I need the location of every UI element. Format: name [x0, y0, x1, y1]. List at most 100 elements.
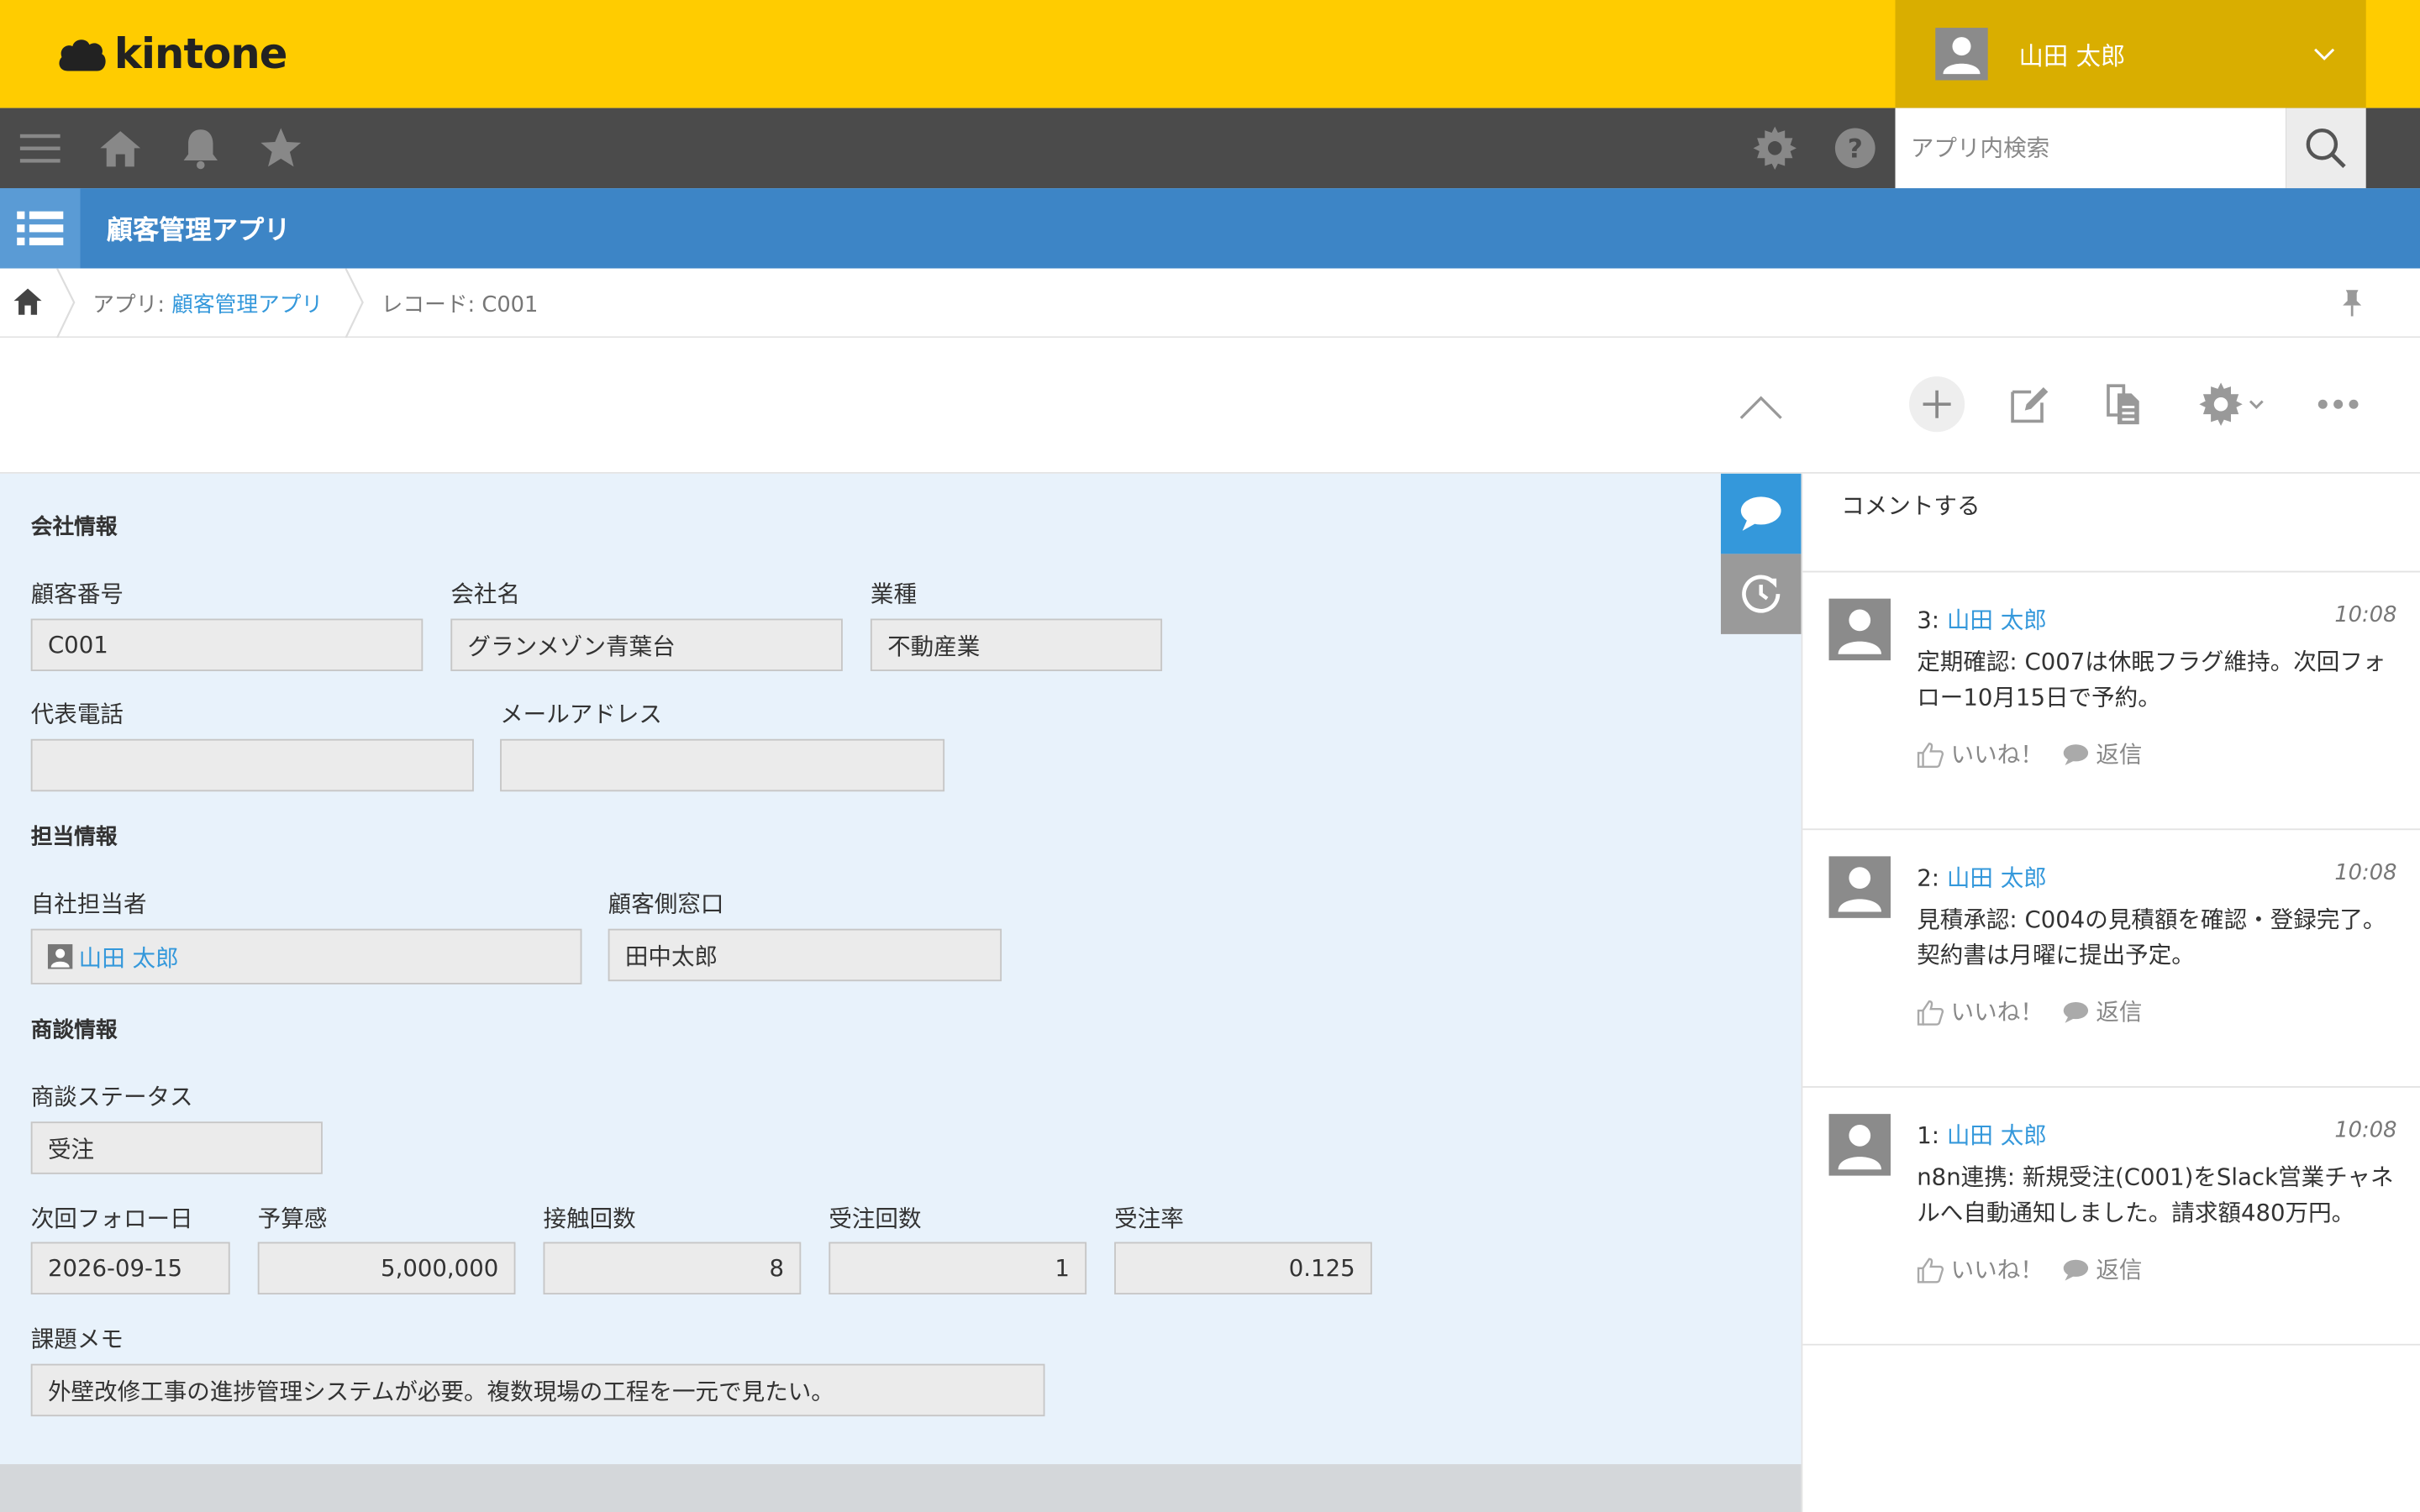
comment-item: 1: 山田 太郎 10:08 n8n連携: 新規受注(C001)をSlack営業… [1802, 1088, 2420, 1346]
comment-input[interactable]: コメントする [1802, 474, 2420, 573]
section-company-info: 会社情報 [30, 515, 118, 540]
home-button[interactable] [96, 123, 145, 173]
reply-label: 返信 [2096, 740, 2143, 769]
duplicate-record-button[interactable] [2096, 376, 2151, 432]
field-label-company-name: 会社名 [450, 580, 521, 608]
reply-button[interactable]: 返信 [2062, 738, 2143, 770]
edit-record-button[interactable] [2002, 376, 2057, 432]
field-label-owner: 自社担当者 [30, 890, 147, 918]
record-details: 会社情報 顧客番号 C001 会社名 グランメゾン青葉台 業種 不動産業 代表電… [0, 473, 1802, 1465]
comment-time: 10:08 [2334, 603, 2397, 628]
reply-button[interactable]: 返信 [2062, 995, 2142, 1028]
field-label-email: メールアドレス [500, 700, 662, 728]
field-label-industry: 業種 [870, 580, 918, 608]
user-icon [1838, 867, 1881, 912]
comment-author[interactable]: 山田 太郎 [1947, 1121, 2047, 1149]
app-search-box[interactable] [1895, 108, 2286, 189]
comment-icon [1740, 496, 1781, 531]
gear-icon [2199, 382, 2243, 426]
comment-time: 10:08 [2334, 1118, 2397, 1144]
menu-button[interactable] [15, 123, 65, 173]
field-order-rate: 0.125 [1114, 1242, 1372, 1295]
gear-icon [1753, 126, 1797, 171]
collapse-button[interactable] [1734, 381, 1786, 433]
kintone-logo[interactable]: kintone [55, 28, 287, 80]
app-title[interactable]: 顧客管理アプリ [107, 208, 291, 247]
record-toolbar [0, 338, 2420, 474]
chevron-down-icon [2314, 48, 2335, 60]
chevron-up-icon [1739, 396, 1782, 419]
comments-tab[interactable] [1720, 473, 1802, 554]
field-company-name: グランメゾン青葉台 [450, 618, 843, 671]
field-orders-count: 1 [829, 1242, 1087, 1295]
like-button[interactable]: いいね！ [1917, 738, 2044, 770]
breadcrumb-app-link[interactable]: 顧客管理アプリ [171, 293, 323, 318]
breadcrumb-home[interactable] [13, 287, 44, 323]
svg-text:?: ? [1848, 134, 1863, 164]
app-settings-button[interactable] [2188, 376, 2275, 432]
avatar[interactable] [1828, 598, 1891, 661]
like-label: いいね！ [1950, 998, 2044, 1026]
edit-icon [2011, 387, 2049, 423]
field-memo: 外壁改修工事の進捗管理システムが必要。複数現場の工程を一元で見たい。 [30, 1363, 1045, 1417]
like-button[interactable]: いいね！ [1917, 1252, 2044, 1285]
user-menu[interactable]: 山田 太郎 [1895, 0, 2366, 108]
field-industry: 不動産業 [870, 618, 1163, 671]
add-record-button[interactable] [1909, 376, 1965, 433]
user-name: 山田 太郎 [2018, 41, 2126, 71]
section-owner-info: 担当情報 [30, 825, 118, 851]
avatar[interactable] [1828, 1114, 1891, 1176]
like-label: いいね！ [1950, 740, 2044, 769]
reply-button[interactable]: 返信 [2062, 1252, 2143, 1285]
comment-item: 2: 山田 太郎 10:08 見積承認: C004の見積額を確認・登録完了。契約… [1802, 830, 2420, 1088]
field-label-budget: 予算感 [257, 1205, 328, 1233]
comment-body: n8n連携: 新規受注(C001)をSlack営業チャネルへ自動通知しました。請… [1917, 1163, 2394, 1227]
breadcrumb-app[interactable]: アプリ: 顧客管理アプリ [92, 288, 323, 319]
search-button[interactable] [2286, 108, 2366, 189]
comment-body: 見積承認: C004の見積額を確認・登録完了。契約書は月曜に提出予定。 [1917, 906, 2386, 969]
field-label-next-follow: 次回フォロー日 [30, 1205, 193, 1233]
logo-text: kintone [113, 29, 288, 78]
cloud-logo-icon [59, 39, 106, 71]
comment-author[interactable]: 山田 太郎 [1947, 606, 2047, 634]
app-search-input[interactable] [1895, 108, 2286, 189]
pin-button[interactable] [2337, 287, 2368, 324]
field-next-follow: 2026-09-15 [30, 1242, 230, 1295]
comment-number: 2: [1917, 864, 1940, 892]
comment-actions: いいね！ 返信 [1917, 738, 2160, 770]
user-icon [47, 944, 73, 969]
favorites-button[interactable] [256, 123, 306, 173]
settings-button[interactable] [1750, 123, 1800, 173]
bell-icon [183, 129, 218, 170]
history-icon [1742, 575, 1781, 613]
reply-label: 返信 [2096, 1256, 2143, 1284]
comment-header: 2: 山田 太郎 [1917, 861, 2047, 894]
more-options-button[interactable] [2311, 376, 2366, 432]
global-nav: ? [0, 108, 2420, 189]
like-button[interactable]: いいね！ [1917, 995, 2044, 1028]
reply-icon [2063, 743, 2089, 765]
app-list-button[interactable] [0, 188, 81, 269]
field-deal-status: 受注 [30, 1121, 323, 1174]
comment-author[interactable]: 山田 太郎 [1947, 864, 2047, 892]
history-tab[interactable] [1720, 554, 1802, 634]
owner-user-link[interactable]: 山田 太郎 [79, 940, 179, 973]
comment-header: 1: 山田 太郎 [1917, 1119, 2047, 1152]
breadcrumb-record: レコード: C001 [381, 292, 539, 318]
thumbs-up-icon [1917, 742, 1944, 768]
help-button[interactable]: ? [1830, 123, 1880, 173]
section-deal-info: 商談情報 [30, 1018, 118, 1043]
field-contacts-count: 8 [543, 1242, 802, 1295]
avatar[interactable] [1828, 856, 1891, 918]
top-header: kintone 山田 太郎 [0, 0, 2420, 108]
reply-icon [2063, 1001, 2089, 1022]
field-contact: 田中太郎 [608, 928, 1002, 982]
home-icon [100, 131, 141, 167]
thumbs-up-icon [1917, 1257, 1944, 1283]
home-icon [13, 288, 42, 315]
comment-input-placeholder: コメントする [1841, 491, 1981, 520]
comment-item: 3: 山田 太郎 10:08 定期確認: C007は休眠フラグ維持。次回フォロー… [1802, 572, 2420, 831]
notifications-button[interactable] [176, 123, 225, 173]
field-budget: 5,000,000 [257, 1242, 516, 1295]
field-label-deal-status: 商談ステータス [30, 1083, 193, 1111]
